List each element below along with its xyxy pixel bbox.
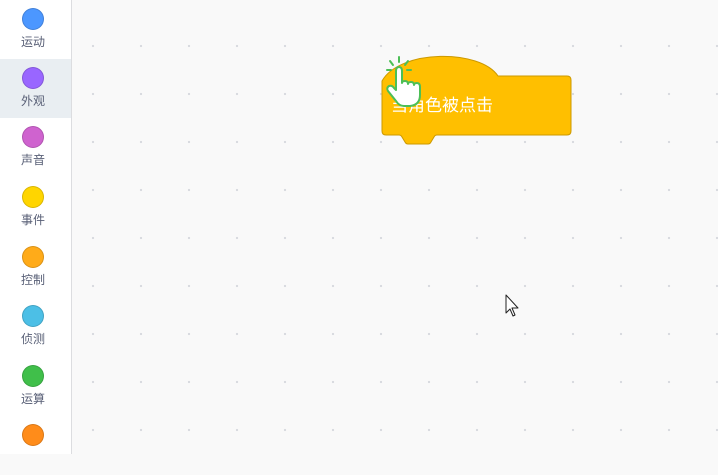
hand-pointer-click-icon [386,56,421,107]
category-label: 控制 [20,273,45,287]
category-dot [22,365,44,387]
category-dot [22,305,44,327]
category-events[interactable]: 事件 [0,178,71,237]
when-sprite-clicked-block[interactable]: 当角色被点击 [381,55,573,147]
category-dot [22,126,44,148]
category-dot [22,246,44,268]
category-sound[interactable]: 声音 [0,118,71,177]
category-dot [22,8,44,30]
category-sidebar: 运动 外观 声音 事件 控制 侦测 运算 [0,0,72,454]
category-control[interactable]: 控制 [0,238,71,297]
category-dot [22,67,44,89]
category-sensing[interactable]: 侦测 [0,297,71,356]
category-label: 运算 [20,392,45,406]
category-variables[interactable] [0,416,71,475]
category-looks[interactable]: 外观 [0,59,71,118]
category-dot [22,186,44,208]
category-motion[interactable]: 运动 [0,0,71,59]
category-operators[interactable]: 运算 [0,357,71,416]
mouse-pointer-icon [505,294,519,317]
category-label: 运动 [20,35,45,49]
category-label: 事件 [20,213,45,227]
category-label: 外观 [20,94,45,108]
category-label: 侦测 [20,332,45,346]
category-dot [22,424,44,446]
category-label: 声音 [20,153,45,167]
